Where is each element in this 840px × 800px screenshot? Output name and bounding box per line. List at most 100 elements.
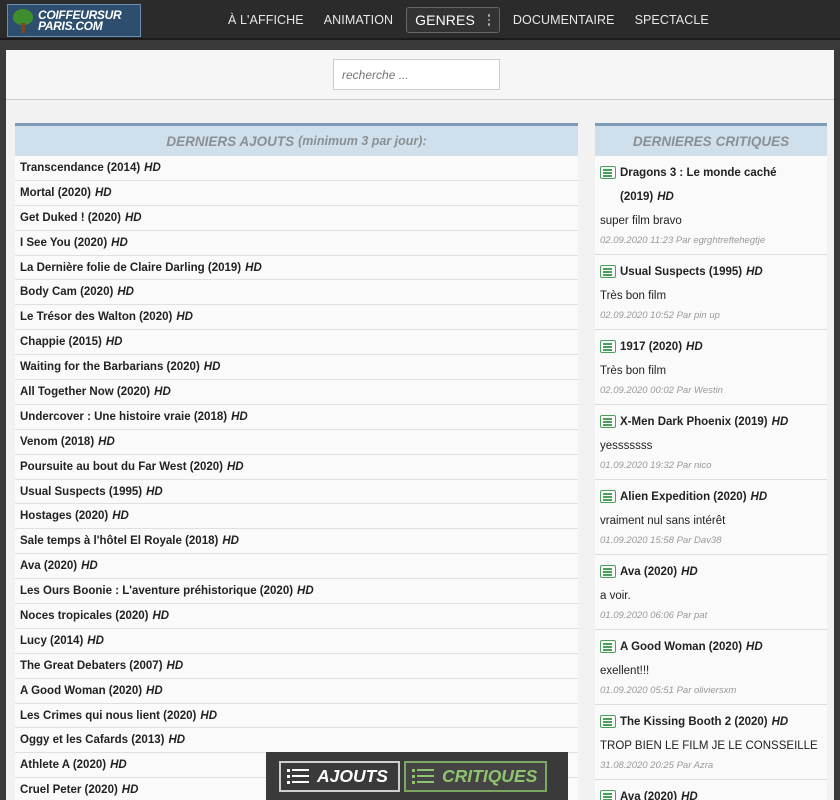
review-movie-link[interactable]: Ava (2020) HD [600,560,822,584]
review-movie-link[interactable]: 1917 (2020) HD [600,335,822,359]
review-movie-link[interactable]: A Good Woman (2020) HD [600,635,822,659]
latest-additions-header: DERNIERS AJOUTS (minimum 3 par jour): [15,123,578,156]
search-input[interactable] [333,59,500,90]
review-movie-title: 1917 (2020) [620,341,683,353]
movie-list-item[interactable]: Usual Suspects (1995) HD [15,479,578,505]
latest-reviews-panel: DERNIERES CRITIQUES Dragons 3 : Le monde… [595,123,827,800]
movie-title: The Great Debaters (2007) [20,659,163,672]
movie-title: I See You (2020) [20,236,108,249]
movie-list-item[interactable]: Transcendance (2014) HD [15,156,578,181]
review-comment: exellent!!! [600,665,650,677]
movie-list-item[interactable]: Mortal (2020) HD [15,180,578,206]
movie-list-item[interactable]: The Great Debaters (2007) HD [15,653,578,679]
latest-additions-list: Transcendance (2014) HD Mortal (2020) HD Get… [15,156,578,800]
movie-list-item[interactable]: Ava (2020) HD [15,554,578,580]
comment-icon [600,640,616,653]
hd-badge: HD [681,791,698,800]
hd-badge: HD [105,336,123,349]
hd-badge: HD [144,161,161,174]
movie-list-item[interactable]: A Good Woman (2020) HD [15,678,578,704]
movie-title: Noces tropicales (2020) [20,609,149,622]
list-icon [412,767,434,785]
movie-title: Lucy (2014) [20,634,84,647]
movie-list-item[interactable]: Le Trésor des Walton (2020) HD [15,305,578,331]
review-meta: 01.09.2020 15:58 Par Dav38 [600,535,722,546]
movie-list-item[interactable]: Get Duked ! (2020) HD [15,205,578,231]
hd-badge: HD [222,535,239,548]
movie-list-item[interactable]: Hostages (2020) HD [15,504,578,530]
nav-spectacle[interactable]: SPECTACLE [625,13,719,27]
review-movie-link[interactable]: X-Men Dark Phoenix (2019) HD [600,410,822,434]
movie-title: Venom (2018) [20,435,95,448]
movie-list-item[interactable]: Les Crimes qui nous lient (2020) HD [15,703,578,729]
main-menu: À L'AFFICHE ANIMATION GENRES DOCUMENTAIR… [218,0,719,40]
review-movie-link[interactable]: Ava (2020) HD [600,785,822,800]
movie-list-item[interactable]: Poursuite au bout du Far West (2020) HD [15,454,578,480]
hd-badge: HD [111,236,128,249]
review-comment: Très bon film [600,290,667,302]
review-meta: 02.09.2020 10:52 Par pin up [600,310,720,321]
review-movie-link[interactable]: Dragons 3 : Le monde caché (2019) HD [600,161,822,209]
top-navigation: COIFFEURSUR PARIS.COM À L'AFFICHE ANIMAT… [0,0,840,40]
comment-icon [600,490,616,503]
movie-list-item[interactable]: I See You (2020) HD [15,230,578,256]
movie-list-item[interactable]: Body Cam (2020) HD [15,280,578,306]
movie-title: Undercover : Une histoire vraie (2018) [20,410,228,423]
movie-title: Athlete A (2020) [20,759,107,772]
ajouts-button[interactable]: AJOUTS [279,760,400,792]
movie-list-item[interactable]: La Dernière folie de Claire Darling (201… [15,255,578,281]
hd-badge: HD [98,435,115,448]
movie-list-item[interactable]: Chappie (2015) HD [15,330,578,356]
movie-list-item[interactable]: Les Ours Boonie : L'aventure préhistoriq… [15,579,578,605]
review-item: Dragons 3 : Le monde caché (2019) HD super… [595,156,827,255]
hd-badge: HD [245,261,262,274]
review-comment: super film bravo [600,215,682,227]
nav-animation[interactable]: ANIMATION [314,13,403,27]
latest-reviews-list: Dragons 3 : Le monde caché (2019) HD super… [595,156,827,800]
review-meta: 02.09.2020 11:23 Par egrghtreftehegtje [600,235,766,246]
hd-badge: HD [168,734,186,747]
latest-additions-title: DERNIERS AJOUTS [166,133,295,149]
movie-list-item[interactable]: Oggy et les Cafards (2013) HD [15,728,578,754]
hd-badge: HD [297,585,314,598]
hd-badge: HD [203,361,221,374]
review-item: The Kissing Booth 2 (2020) HD TROP BIEN LE… [595,705,827,780]
movie-title: Les Crimes qui nous lient (2020) [20,709,197,722]
nav-genres-dropdown[interactable]: GENRES [406,7,500,33]
hd-badge: HD [771,416,789,428]
movie-list-item[interactable]: Venom (2018) HD [15,429,578,455]
movie-title: A Good Woman (2020) [20,684,143,697]
movie-list-item[interactable]: Lucy (2014) HD [15,628,578,654]
nav-documentaire[interactable]: DOCUMENTAIRE [503,13,625,27]
hd-badge: HD [200,709,218,722]
review-movie-link[interactable]: Usual Suspects (1995) HD [600,260,822,284]
movie-title: Les Ours Boonie : L'aventure préhistoriq… [20,585,294,598]
movie-list-item[interactable]: Waiting for the Barbarians (2020) HD [15,355,578,381]
movie-list-item[interactable]: Undercover : Une histoire vraie (2018) HD [15,404,578,430]
review-item: X-Men Dark Phoenix (2019) HD yesssssss 01.0… [595,405,827,480]
hd-badge: HD [152,609,170,622]
review-movie-link[interactable]: The Kissing Booth 2 (2020) HD [600,710,822,734]
movie-title: Oggy et les Cafards (2013) [20,734,165,747]
movie-list-item[interactable]: Sale temps à l'hôtel El Royale (2018) HD [15,529,578,555]
latest-reviews-title-b: CRITIQUES [715,133,790,149]
movie-list-item[interactable]: Noces tropicales (2020) HD [15,604,578,629]
movie-title: Chappie (2015) [20,336,102,349]
hd-badge: HD [227,460,244,473]
movie-list-item[interactable]: All Together Now (2020) HD [15,380,578,405]
review-meta: 01.09.2020 19:32 Par nico [600,460,712,471]
latest-reviews-header: DERNIERES CRITIQUES [595,123,827,156]
review-comment: TROP BIEN LE FILM JE LE CONSSEILLE [600,740,818,752]
review-movie-title: Alien Expedition (2020) [620,491,747,503]
review-movie-title: A Good Woman (2020) [620,641,743,653]
critiques-button[interactable]: CRITIQUES [404,760,547,792]
hd-badge: HD [117,286,134,299]
site-logo[interactable]: COIFFEURSUR PARIS.COM [7,4,141,37]
comment-icon [600,340,616,353]
review-item: Ava (2020) HD a voir. 01.09.2020 06:06 Par … [595,555,827,630]
review-movie-link[interactable]: Alien Expedition (2020) HD [600,485,822,509]
nav-a-laffiche[interactable]: À L'AFFICHE [218,13,314,27]
hd-badge: HD [166,659,184,672]
review-meta: 01.09.2020 05:51 Par oliviersxm [600,685,737,696]
comment-icon [600,265,616,278]
